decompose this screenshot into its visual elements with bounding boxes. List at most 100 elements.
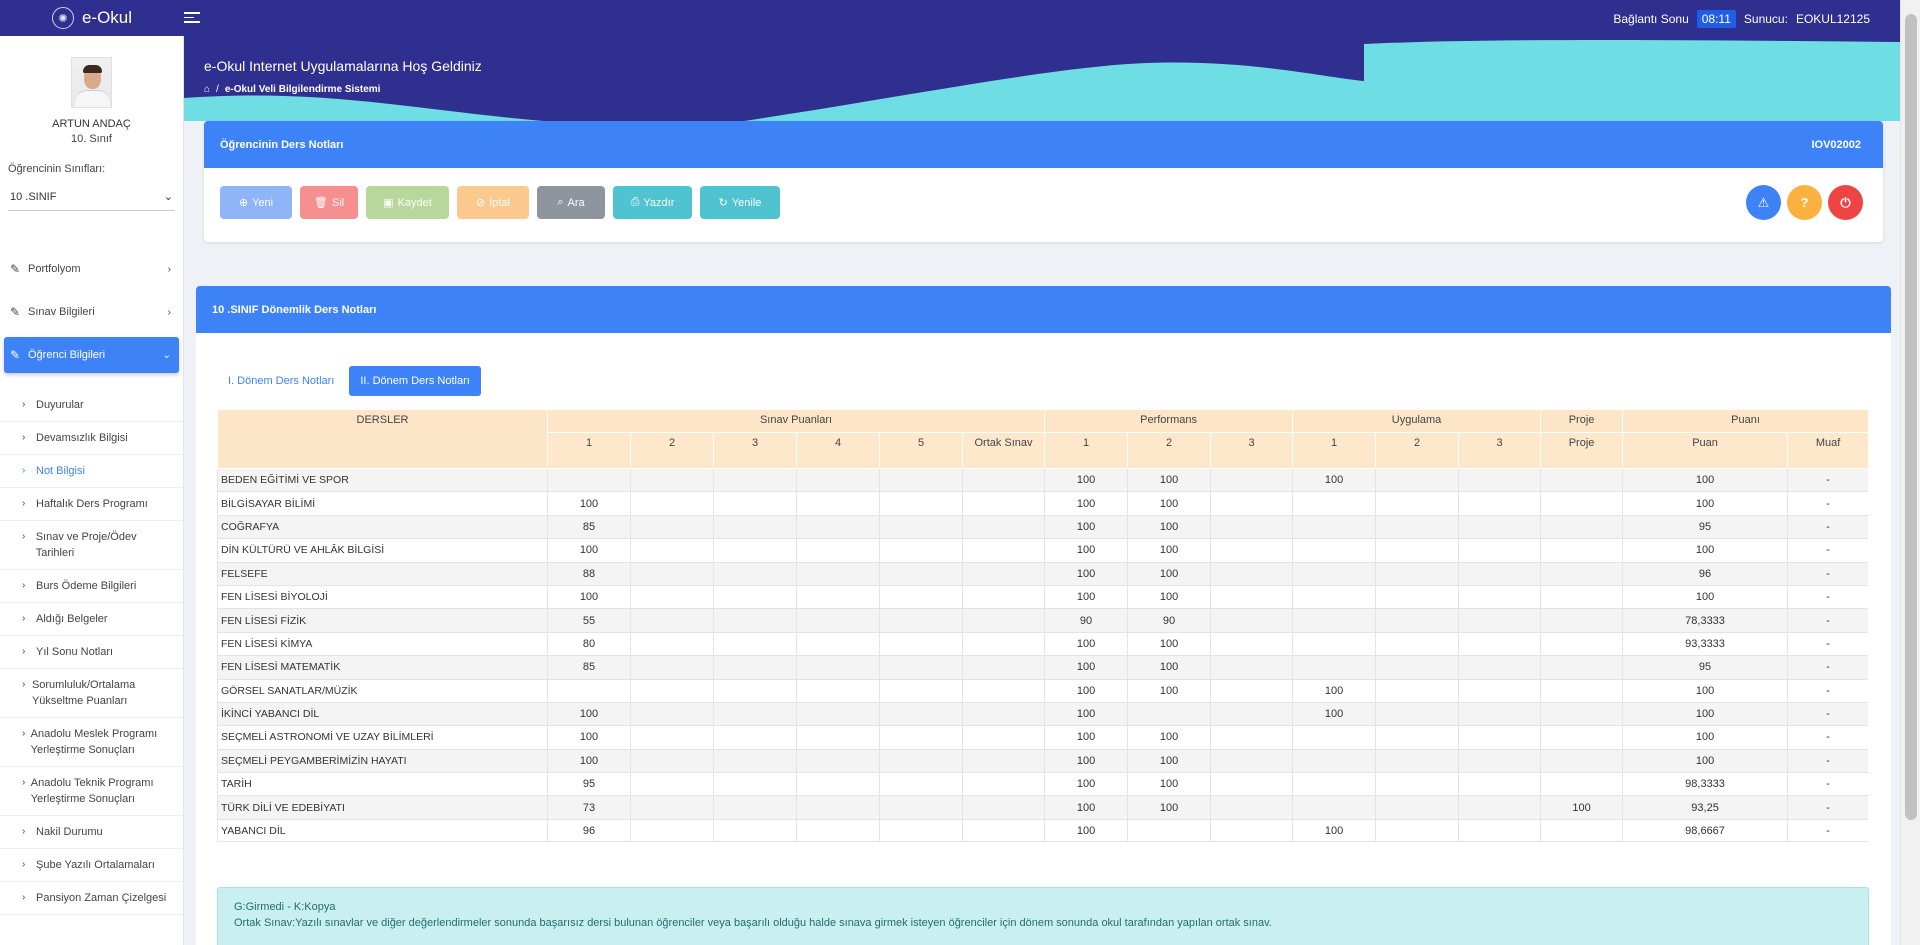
subnav-label: Anadolu Meslek Programı Yerleştirme Sonu…: [30, 728, 158, 756]
grade-cell: 100: [547, 701, 631, 727]
grade-cell: 73: [547, 795, 631, 820]
chevron-right-icon: ›: [22, 777, 26, 788]
chevron-right-icon: ›: [22, 679, 26, 690]
subnav-item[interactable]: › Haftalık Ders Programı: [0, 488, 183, 521]
table-row: GÖRSEL SANATLAR/MÜZİK 100 100 100 100-: [217, 678, 1868, 703]
subnav-label: Pansiyon Zaman Çizelgesi: [36, 892, 167, 904]
grade-cell: [630, 701, 714, 727]
tab-term-1[interactable]: I. Dönem Ders Notları: [217, 366, 345, 396]
grade-cell: [1458, 561, 1542, 586]
warning-icon[interactable]: ⚠: [1746, 185, 1781, 220]
grade-cell: 100: [1292, 701, 1377, 727]
grade-cell: [1458, 538, 1542, 563]
grade-cell: [1210, 795, 1294, 820]
grade-cell: 98,6667: [1622, 818, 1789, 841]
subheader: Proje: [1540, 432, 1624, 469]
delete-button[interactable]: 🗑 Sil: [300, 186, 358, 219]
grade-cell: 100: [1127, 678, 1212, 703]
sidebar-item-label: Öğrenci Bilgileri: [28, 349, 106, 361]
card-header: 10 .SINIF Dönemlik Ders Notları: [196, 286, 1891, 333]
grade-cell: [796, 772, 880, 797]
grade-cell: [961, 514, 1046, 540]
subheader: 2: [1127, 432, 1212, 469]
grade-cell: 96: [547, 818, 631, 841]
new-button[interactable]: ⊕ Yeni: [220, 186, 292, 219]
subheader: Muaf: [1787, 432, 1868, 469]
grade-cell: [961, 584, 1046, 610]
save-button[interactable]: ▣ Kaydet: [366, 186, 449, 219]
page-scrollbar[interactable]: [1900, 0, 1920, 945]
table-row: SEÇMELİ PEYGAMBERİMİZİN HAYATI 100 100 100 1…: [217, 748, 1868, 774]
info-line-legend: G:Girmedi - K:Kopya: [234, 901, 336, 913]
search-icon: ⌕: [557, 196, 564, 208]
grade-cell: [796, 678, 880, 703]
table-row: TÜRK DİLİ VE EDEBİYATI 73 100 100 100 93,25-: [217, 795, 1868, 820]
help-icon[interactable]: ?: [1787, 185, 1822, 220]
card-title: 10 .SINIF Dönemlik Ders Notları: [212, 303, 377, 316]
grade-cell: 100: [1540, 795, 1624, 820]
grade-cell: [961, 701, 1046, 727]
class-select[interactable]: 10 .SINIF ⌄: [8, 183, 175, 211]
grade-cell: [796, 584, 880, 610]
grade-cell: [796, 655, 880, 680]
lesson-name-cell: COĞRAFYA: [217, 514, 548, 540]
home-icon[interactable]: ⌂: [204, 84, 210, 95]
grade-cell: 100: [1622, 678, 1789, 703]
subnav-item[interactable]: › Anadolu Meslek Programı Yerleştirme Son…: [0, 718, 183, 767]
refresh-button[interactable]: ↻ Yenile: [700, 186, 780, 219]
grade-cell: [796, 608, 880, 633]
subnav-item[interactable]: › Yıl Sonu Notları: [0, 636, 183, 669]
subnav-item[interactable]: › Burs Ödeme Bilgileri: [0, 570, 183, 603]
grade-cell: [1210, 701, 1294, 727]
subnav-item[interactable]: › Devamsızlık Bilgisi: [0, 422, 183, 455]
search-button[interactable]: ⌕ Ara: [537, 186, 605, 219]
subnav-item[interactable]: › Nakil Durumu: [0, 816, 183, 849]
subnav-item[interactable]: › Sınav ve Proje/Ödev Tarihleri: [0, 521, 183, 570]
grade-cell: [879, 818, 963, 841]
button-label: Sil: [331, 196, 345, 209]
subnav-item[interactable]: › Sorumluluk/Ortalama Yükseltme Puanları: [0, 669, 183, 718]
scrollbar-thumb[interactable]: [1905, 14, 1917, 820]
subnav-label: Duyurular: [36, 399, 84, 411]
grade-cell: [796, 725, 880, 750]
subnav-item[interactable]: › Aldığı Belgeler: [0, 603, 183, 636]
app-logo[interactable]: ✺ e-Okul: [0, 0, 184, 36]
grade-cell: -: [1787, 538, 1868, 563]
grade-cell: [1127, 818, 1212, 841]
table-row: SEÇMELİ ASTRONOMİ VE UZAY BİLİMLERİ 100 10…: [217, 725, 1868, 750]
subheader: 1: [547, 432, 631, 469]
grade-cell: [1540, 584, 1624, 610]
cancel-button[interactable]: ⊘ İptal: [457, 186, 529, 219]
subnav-label: Burs Ödeme Bilgileri: [36, 580, 137, 592]
grade-cell: 100: [547, 538, 631, 563]
print-button[interactable]: ⎙ Yazdır: [613, 186, 692, 219]
subnav-item-active[interactable]: › Not Bilgisi: [0, 455, 183, 488]
grade-cell: 85: [547, 514, 631, 540]
subnav-item[interactable]: › Şube Yazılı Ortalamaları: [0, 849, 183, 882]
grade-cell: [1458, 608, 1542, 633]
grade-cell: -: [1787, 491, 1868, 516]
server-label: Sunucu:: [1743, 12, 1788, 26]
power-icon[interactable]: ⏻: [1828, 185, 1863, 220]
grade-cell: [1375, 538, 1460, 563]
tab-term-2[interactable]: II. Dönem Ders Notları: [349, 366, 481, 396]
subnav-label: Devamsızlık Bilgisi: [36, 432, 128, 444]
trash-icon: 🗑: [313, 197, 328, 209]
subnav-item[interactable]: › Pansiyon Zaman Çizelgesi: [0, 882, 183, 915]
sidebar-item-portfolyom[interactable]: ✎ Portfolyom ›: [4, 251, 179, 287]
menu-toggle-icon[interactable]: [184, 9, 200, 27]
table-row: COĞRAFYA 85 100 100 95-: [217, 514, 1868, 540]
grade-cell: -: [1787, 701, 1868, 727]
lesson-name-cell: FEN LİSESİ FİZİK: [217, 608, 548, 633]
button-label: Yeni: [252, 196, 274, 209]
subnav-item[interactable]: › Duyurular: [0, 389, 183, 422]
sidebar-item-ogrenci-bilgileri[interactable]: ✎ Öğrenci Bilgileri ⌄: [4, 337, 179, 373]
pencil-icon: ✎: [10, 305, 21, 319]
subnav-item[interactable]: › Anadolu Teknik Programı Yerleştirme Son…: [0, 767, 183, 816]
sidebar-item-sinav-bilgileri[interactable]: ✎ Sınav Bilgileri ›: [4, 294, 179, 330]
sidebar: ARTUN ANDAÇ 10. Sınıf Öğrencinin Sınıfla…: [0, 36, 184, 945]
chevron-right-icon: ›: [167, 306, 171, 318]
grade-cell: 100: [1127, 514, 1212, 540]
grade-cell: [961, 725, 1046, 750]
subnav-label: Nakil Durumu: [36, 826, 103, 838]
